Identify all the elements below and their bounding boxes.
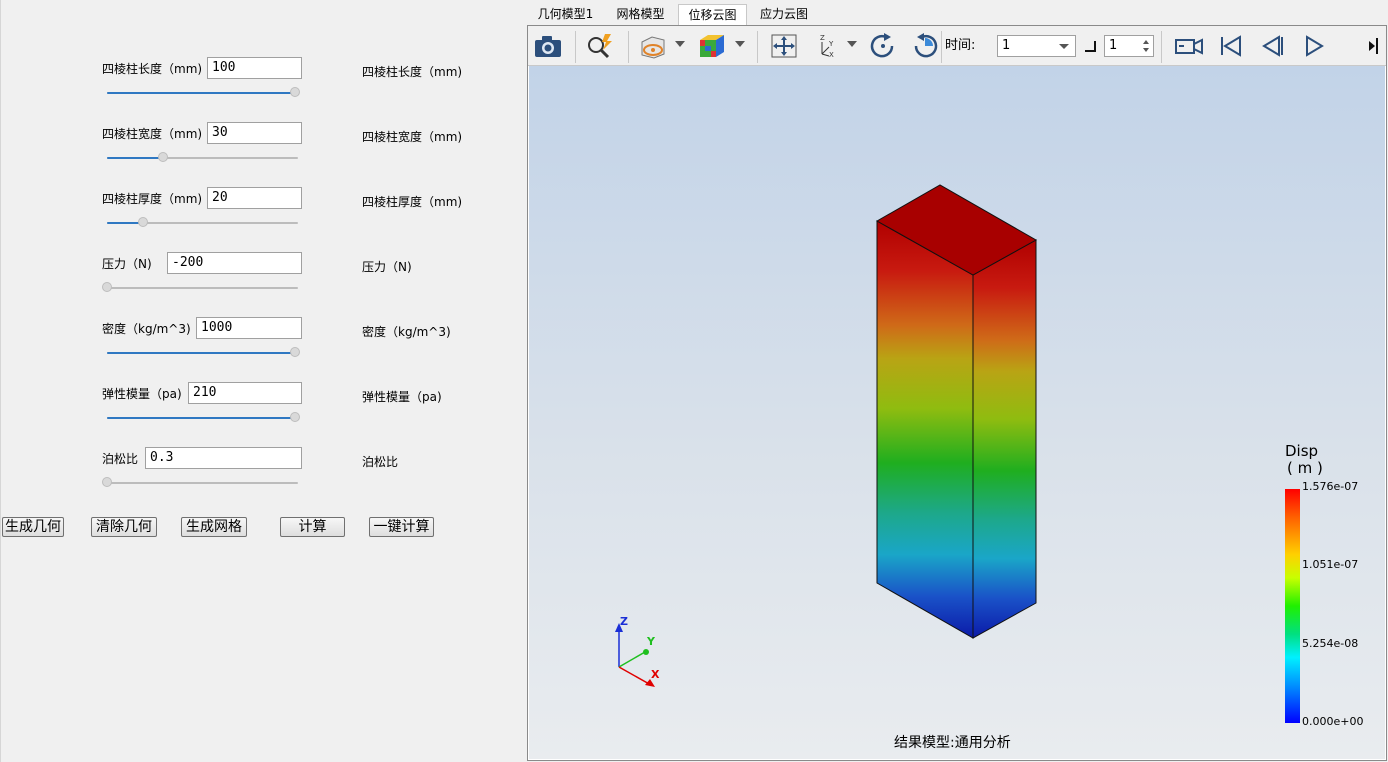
param-value-echo: 四棱柱厚度（mm)	[362, 195, 463, 209]
slider-handle[interactable]	[102, 477, 112, 487]
time-select-value: 1	[1002, 38, 1011, 53]
param-value-echo: 泊松比	[362, 455, 399, 469]
param-label: 密度（kg/m^3)	[102, 322, 191, 336]
param-value-echo: 四棱柱长度（mm)	[362, 65, 463, 79]
result-model-caption: 结果模型:通用分析	[894, 735, 1011, 751]
slider-handle[interactable]	[137, 217, 148, 227]
tab-3[interactable]: 位移云图	[678, 4, 747, 25]
param-slider[interactable]	[107, 152, 298, 164]
slider-fill	[107, 417, 295, 419]
visibility-dropdown-icon[interactable]	[675, 41, 685, 47]
zoom-fit-icon[interactable]	[585, 32, 615, 60]
step-spinbox[interactable]: 1	[1104, 35, 1154, 57]
param-slider[interactable]	[102, 477, 298, 489]
param-input[interactable]: 1000	[196, 317, 302, 339]
axis-x-label: X	[651, 668, 660, 681]
time-label: 时间:	[945, 38, 976, 53]
pan-icon[interactable]	[769, 32, 799, 60]
prism-left-face	[876, 220, 974, 639]
axis-z-label: Z	[620, 615, 628, 628]
clear-geometry-button[interactable]: 清除几何	[91, 517, 157, 537]
param-slider[interactable]	[107, 87, 300, 99]
toolbar-separator	[628, 31, 629, 63]
more-icon[interactable]	[1366, 32, 1382, 60]
prev-frame-icon[interactable]	[1257, 32, 1287, 60]
axes-icon[interactable]: ZYX	[812, 32, 842, 60]
colorbar-title: Disp	[1285, 442, 1319, 460]
param-value-echo: 密度（kg/m^3)	[362, 325, 451, 339]
visibility-icon[interactable]	[638, 32, 668, 60]
slider-handle[interactable]	[158, 152, 169, 162]
param-label: 弹性模量（pa)	[102, 387, 182, 401]
param-label: 四棱柱长度（mm)	[102, 62, 203, 76]
param-slider[interactable]	[107, 217, 298, 229]
colorbar-tick: 5.254e-08	[1302, 637, 1359, 650]
slider-fill	[107, 92, 295, 94]
compute-button[interactable]: 计算	[280, 517, 345, 537]
slider-handle[interactable]	[290, 347, 300, 357]
step-spinbox-value: 1	[1109, 38, 1118, 53]
param-slider[interactable]	[102, 282, 298, 294]
one-click-compute-button[interactable]: 一键计算	[369, 517, 434, 537]
generate-mesh-button[interactable]: 生成网格	[181, 517, 247, 537]
axes-dropdown-icon[interactable]	[847, 41, 857, 47]
tab-1[interactable]: 几何模型1	[530, 4, 601, 25]
slider-groove	[107, 287, 298, 289]
param-value-echo: 四棱柱宽度（mm)	[362, 130, 463, 144]
svg-text:Y: Y	[828, 40, 834, 48]
svg-text:Z: Z	[820, 34, 825, 42]
parameter-panel	[0, 0, 527, 762]
colorbar-tick: 1.051e-07	[1302, 558, 1359, 571]
toolbar-separator	[1161, 31, 1162, 63]
param-value-echo: 弹性模量（pa)	[362, 390, 442, 404]
param-value-echo: 压力（N)	[362, 260, 412, 274]
rotate-ccw-icon[interactable]	[910, 32, 940, 60]
svg-text:X: X	[829, 51, 834, 59]
param-input[interactable]: 100	[207, 57, 302, 79]
param-label: 四棱柱宽度（mm)	[102, 127, 203, 141]
toolbar-separator	[941, 31, 942, 63]
time-select[interactable]: 1	[997, 35, 1076, 57]
param-input[interactable]: 20	[207, 187, 302, 209]
slider-fill	[107, 157, 164, 159]
param-input[interactable]: 0.3	[145, 447, 302, 469]
colorbar-tick: 0.000e+00	[1302, 715, 1364, 728]
play-icon[interactable]	[1299, 32, 1329, 60]
toolbar-separator	[575, 31, 576, 63]
3d-viewport[interactable]: Z Y X Disp ( m ) 1.576e-07 1.051e-07 5.2…	[529, 66, 1385, 759]
camera-icon[interactable]	[533, 32, 563, 60]
colorbar-tick: 1.576e-07	[1302, 480, 1359, 493]
param-input[interactable]: -200	[167, 252, 302, 274]
param-slider[interactable]	[107, 412, 300, 424]
spin-arrows-icon[interactable]	[1142, 39, 1150, 53]
axis-triad	[615, 623, 655, 687]
first-frame-icon[interactable]	[1216, 32, 1246, 60]
param-input[interactable]: 30	[207, 122, 302, 144]
axis-y-label: Y	[647, 635, 655, 648]
slider-handle[interactable]	[102, 282, 112, 292]
rotate-cw-icon[interactable]	[868, 32, 898, 60]
record-icon[interactable]	[1173, 32, 1203, 60]
color-cube-icon[interactable]	[697, 32, 727, 60]
colorbar-unit: ( m )	[1287, 459, 1323, 477]
slider-groove	[107, 482, 298, 484]
chevron-down-icon	[1059, 44, 1069, 49]
displacement-model	[615, 184, 1038, 687]
tab-2[interactable]: 网格模型	[605, 4, 676, 25]
param-label: 压力（N)	[102, 257, 152, 271]
param-input[interactable]: 210	[188, 382, 302, 404]
prism-right-face	[972, 239, 1037, 639]
tab-4[interactable]: 应力云图	[749, 4, 819, 25]
slider-fill	[107, 352, 295, 354]
colorbar	[1285, 489, 1300, 723]
slider-handle[interactable]	[290, 412, 300, 422]
toolbar-separator	[757, 31, 758, 63]
generate-geometry-button[interactable]: 生成几何	[2, 517, 64, 537]
param-label: 四棱柱厚度（mm)	[102, 192, 203, 206]
step-marker-icon	[1084, 40, 1096, 52]
param-label: 泊松比	[102, 452, 139, 466]
param-slider[interactable]	[107, 347, 300, 359]
color-dropdown-icon[interactable]	[735, 41, 745, 47]
slider-handle[interactable]	[290, 87, 300, 97]
